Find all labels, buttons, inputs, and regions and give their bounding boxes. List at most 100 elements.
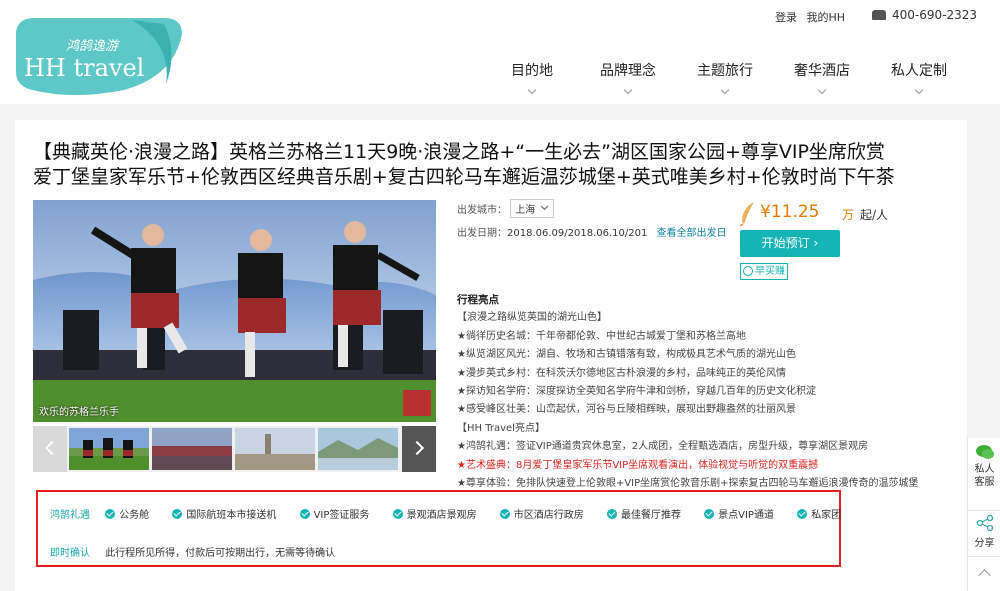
perk-text: 私家团 <box>811 510 842 521</box>
nav-item-theme-travel[interactable]: 主题旅行 <box>697 60 753 95</box>
nav-label: 私人定制 <box>891 63 947 79</box>
back-to-top-button[interactable] <box>968 556 1000 591</box>
highlight-line: ★鸿鹄礼遇：签证VIP通道贵宾休息室，2人成团，全程甄选酒店，房型升级，尊享湖区… <box>457 441 869 453</box>
thumbnail-3[interactable] <box>235 428 315 470</box>
check-icon <box>704 509 715 519</box>
departure-dates: 出发日期：2018.06.09/2018.06.10/201 查看全部出发日 <box>457 224 727 239</box>
instant-confirm-label: 即时确认 <box>50 548 90 559</box>
account-links: 登录 我的HH <box>775 9 851 25</box>
chevron-left-icon <box>44 440 60 456</box>
check-icon <box>299 509 310 519</box>
nav-label: 奢华酒店 <box>794 63 850 79</box>
feather-icon <box>739 202 754 226</box>
phone-text: 400-690-2323 <box>892 8 978 22</box>
check-icon <box>797 509 808 519</box>
nav-item-private-custom[interactable]: 私人定制 <box>891 60 947 95</box>
check-icon <box>172 509 183 519</box>
nav-label: 目的地 <box>511 63 553 79</box>
date-label: 出发日期： <box>457 228 507 239</box>
title-line-2: 爱丁堡皇家军乐节+伦敦西区经典音乐剧+复古四轮马车邂逅温莎城堡+英式唯美乡村+伦… <box>33 166 895 188</box>
highlight-line: ★漫步英式乡村：在科茨沃尔德地区古朴浪漫的乡村，品味纯正的英伦风情 <box>457 367 786 379</box>
highlight-line-art: ★艺术盛典：8月爱丁堡皇家军乐节VIP坐席观看演出，体验视觉与听觉的双重震撼 <box>457 459 819 471</box>
price-amount: ¥11.25 <box>760 202 820 222</box>
all-dates-link[interactable]: 查看全部出发日 <box>657 228 727 239</box>
private-service-button[interactable]: 私人客服 <box>968 444 1000 489</box>
perks-label: 鸿鹄礼遇 <box>50 510 90 521</box>
departure-city: 出发城市： 上海 <box>457 199 555 218</box>
date-value: 2018.06.09/2018.06.10/201 <box>507 228 648 239</box>
perk-item: 景点VIP通道 <box>704 506 774 521</box>
nav-item-destinations[interactable]: 目的地 <box>511 60 553 95</box>
perk-text: 国际航班本市接送机 <box>186 510 277 521</box>
highlights-title: 行程亮点 <box>457 294 499 306</box>
perk-item: 最佳餐厅推荐 <box>606 506 681 521</box>
thumbnail-strip <box>33 426 436 472</box>
check-icon <box>392 509 403 519</box>
early-bird-button[interactable]: 早买赚 <box>740 263 788 280</box>
thumbnail-4[interactable] <box>318 428 398 470</box>
perk-item: 市区酒店行政房 <box>499 506 584 521</box>
thumbnail-1[interactable] <box>69 428 149 470</box>
highlight-line: ★感受峰区壮美：山峦起伏，河谷与丘陵相辉映，展现出野趣盎然的壮丽风景 <box>457 404 796 416</box>
pipers-photo <box>33 200 436 422</box>
early-button-label: 早买赚 <box>755 266 785 277</box>
chevron-down-icon <box>527 85 537 95</box>
highlight-line: ★徜徉历史名城：千年帝都伦敦、中世纪古城爱丁堡和苏格兰高地 <box>457 330 746 342</box>
perks-row: 鸿鹄礼遇 公务舱 国际航班本市接送机 VIP签证服务 景观酒店景观房 市区酒店行… <box>50 506 861 521</box>
thumbnail-2[interactable] <box>152 428 232 470</box>
floating-sidebar: 私人客服 分享 <box>967 438 1000 591</box>
nav-item-brand[interactable]: 品牌理念 <box>600 60 656 95</box>
price-per-person: 起/人 <box>860 208 889 222</box>
next-arrow-button[interactable] <box>402 426 436 472</box>
perk-text: 公务舱 <box>119 510 150 521</box>
itinerary-highlights: 行程亮点 【浪漫之路纵览英国的湖光山色】 ★徜徉历史名城：千年帝都伦敦、中世纪古… <box>457 291 957 493</box>
logo-cn-text: 鸿鹄逸游 <box>66 39 120 54</box>
clock-icon <box>743 266 753 276</box>
chevron-right-icon <box>409 440 425 456</box>
price-block: ¥11.25 万起/人 <box>738 198 898 228</box>
check-icon <box>499 509 510 519</box>
wechat-icon <box>975 445 994 459</box>
perk-text: 市区酒店行政房 <box>513 510 584 521</box>
prev-arrow-button[interactable] <box>33 426 67 472</box>
main-nav: 目的地 品牌理念 主题旅行 奢华酒店 私人定制 <box>0 58 1000 98</box>
share-button[interactable]: 分享 <box>968 510 1000 549</box>
perk-text: 景点VIP通道 <box>718 510 774 521</box>
start-booking-button[interactable]: 开始预订 › <box>740 230 840 257</box>
nav-label: 主题旅行 <box>697 63 753 79</box>
chevron-down-icon <box>623 85 633 95</box>
perk-item: 私家团 <box>797 506 841 521</box>
highlight-line: ★纵览湖区风光：湖自、牧场和古镇错落有致，构成极具艺术气质的湖光山色 <box>457 349 796 361</box>
nav-item-luxury-hotels[interactable]: 奢华酒店 <box>794 60 850 95</box>
book-button-label: 开始预订 <box>761 236 810 250</box>
perk-text: 最佳餐厅推荐 <box>620 510 681 521</box>
chevron-down-icon <box>720 85 730 95</box>
perk-text: 景观酒店景观房 <box>406 510 477 521</box>
login-link[interactable]: 登录 <box>775 11 797 24</box>
highlight-line: 【HH Travel亮点】 <box>457 422 545 434</box>
chevron-down-icon <box>914 85 924 95</box>
share-label: 分享 <box>974 538 995 549</box>
photo-caption: 欢乐的苏格兰乐手 <box>39 407 119 418</box>
perk-item: 景观酒店景观房 <box>392 506 477 521</box>
price-unit: 万起/人 <box>842 206 888 223</box>
perk-item: VIP签证服务 <box>299 506 370 521</box>
share-icon <box>976 514 993 532</box>
price-unit-wan: 万 <box>842 208 855 222</box>
nav-label: 品牌理念 <box>600 63 656 79</box>
instant-confirm-row: 即时确认 此行程所见所得，付款后可按期出行，无需等待确认 <box>50 544 335 559</box>
title-line-1: 【典藏英伦·浪漫之路】英格兰苏格兰11天9晚·浪漫之路+“一生必去”湖区国家公园… <box>33 141 885 163</box>
service-label: 私人客服 <box>974 464 995 488</box>
my-hh-link[interactable]: 我的HH <box>807 11 846 24</box>
highlight-line: 【浪漫之路纵览英国的湖光山色】 <box>457 312 607 324</box>
departure-city-select[interactable]: 上海 <box>510 199 555 218</box>
chevron-right-icon: › <box>813 236 819 250</box>
main-photo[interactable]: 欢乐的苏格兰乐手 <box>33 200 436 422</box>
chevron-down-icon <box>817 85 827 95</box>
perks-box: 鸿鹄礼遇 公务舱 国际航班本市接送机 VIP签证服务 景观酒店景观房 市区酒店行… <box>36 490 841 567</box>
check-icon <box>105 509 116 519</box>
perk-item: 公务舱 <box>105 506 149 521</box>
departure-label: 出发城市： <box>457 205 507 216</box>
perk-text: VIP签证服务 <box>313 510 370 521</box>
perk-item: 国际航班本市接送机 <box>172 506 276 521</box>
